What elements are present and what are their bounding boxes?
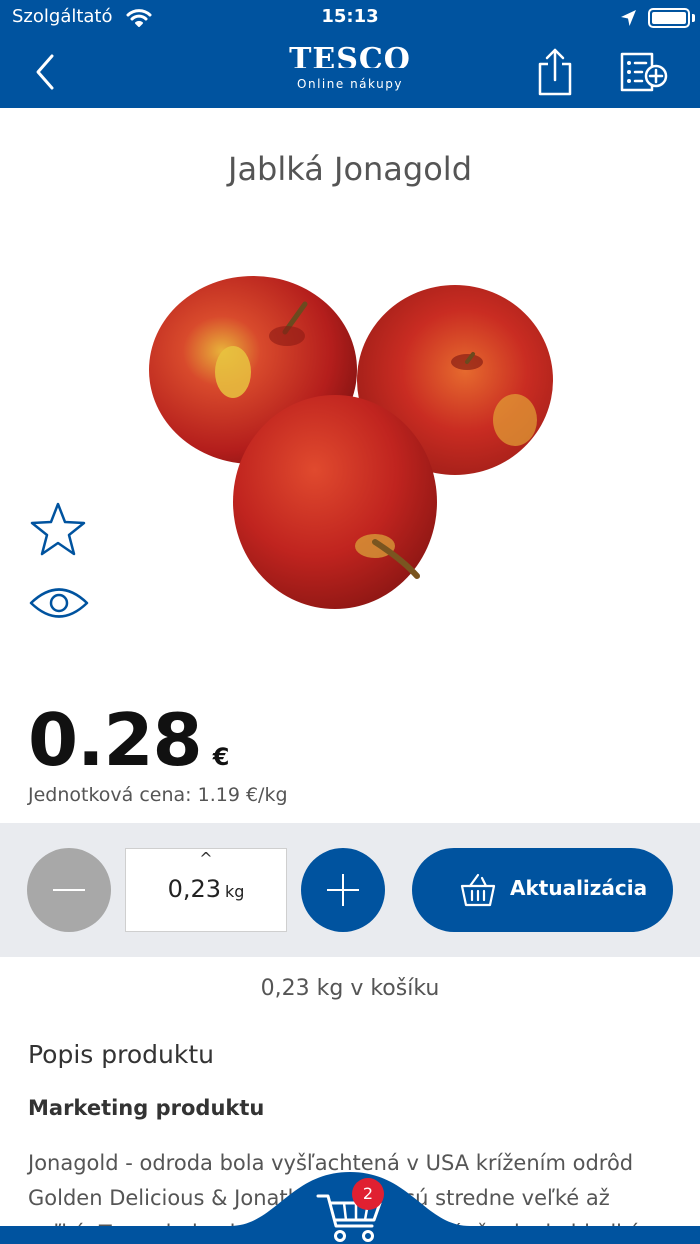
logo-stripes — [294, 66, 406, 74]
price-row: 0.28 € — [28, 700, 229, 780]
add-to-list-icon[interactable] — [618, 50, 670, 94]
quantity-display: 0,23 kg — [126, 875, 286, 903]
marketing-heading: Marketing produktu — [28, 1096, 265, 1120]
decrease-quantity-button[interactable] — [27, 848, 111, 932]
star-icon[interactable] — [28, 500, 88, 560]
quantity-value: 0,23 — [167, 875, 221, 903]
update-cart-label: Aktualizácia — [510, 876, 648, 900]
tesco-logo: TESCO Online nákupy — [288, 44, 412, 100]
clock: 15:13 — [321, 6, 379, 27]
nav-bar: TESCO Online nákupy — [0, 36, 700, 108]
increase-quantity-button[interactable] — [301, 848, 385, 932]
product-title: Jablká Jonagold — [228, 150, 472, 188]
quantity-input[interactable]: ^ 0,23 kg — [125, 848, 287, 932]
product-image — [149, 276, 553, 609]
unit-toggle-caret[interactable]: ^ — [126, 851, 286, 867]
unit-price: Jednotková cena: 1.19 €/kg — [28, 784, 288, 806]
cart-count-badge: 2 — [352, 1178, 384, 1210]
update-cart-button[interactable]: Aktualizácia — [412, 848, 673, 932]
basket-icon — [460, 873, 496, 907]
in-cart-status: 0,23 kg v košíku — [260, 976, 440, 1001]
quantity-band: ^ 0,23 kg Aktualizácia — [0, 823, 700, 957]
share-icon[interactable] — [532, 46, 578, 98]
logo-subtitle: Online nákupy — [297, 77, 403, 91]
battery-tip — [692, 14, 695, 22]
chevron-left-icon[interactable] — [28, 50, 68, 94]
battery-icon — [648, 8, 690, 28]
price-currency: € — [212, 743, 230, 771]
quantity-unit: kg — [225, 882, 245, 901]
location-arrow-icon — [621, 10, 636, 26]
price-value: 0.28 — [28, 698, 203, 782]
description-heading: Popis produktu — [28, 1040, 214, 1069]
eye-icon[interactable] — [28, 582, 90, 624]
status-bar: Szolgáltató 15:13 — [0, 0, 700, 36]
